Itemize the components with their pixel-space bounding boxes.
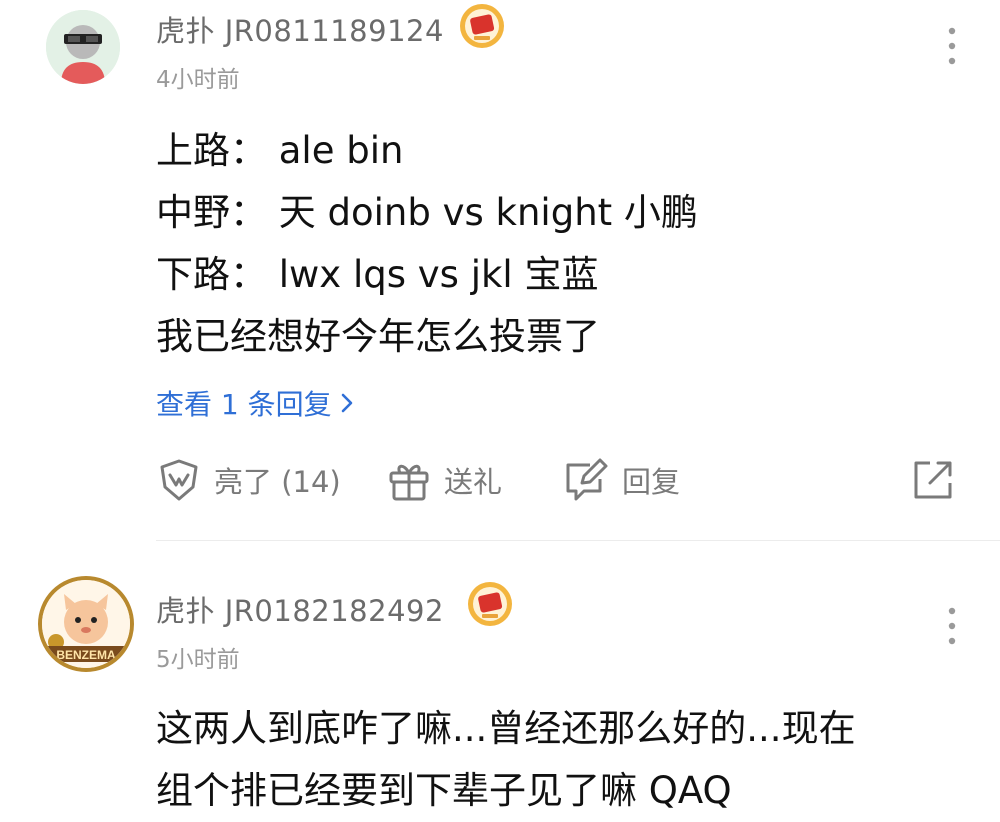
level-badge-icon xyxy=(458,2,506,50)
comment-text-line: 组个排已经要到下辈子见了嘛 QAQ xyxy=(156,769,732,812)
view-replies-label: 查看 1 条回复 xyxy=(156,388,332,421)
comment-text-line: 这两人到底咋了嘛...曾经还那么好的...现在 xyxy=(156,707,856,750)
comment-text-line: 下路： lwx lqs vs jkl 宝蓝 xyxy=(156,253,599,296)
level-badge-icon xyxy=(466,580,514,628)
gift-icon xyxy=(389,464,429,501)
comment-text-line: 上路： ale bin xyxy=(156,129,404,172)
username[interactable]: 虎扑 JR0182182492 xyxy=(156,588,444,630)
more-vertical-icon[interactable] xyxy=(940,24,964,68)
avatar-text: BENZEMA xyxy=(56,648,116,662)
view-replies-link[interactable]: 查看 1 条回复 xyxy=(156,383,356,423)
comment-item: 虎扑 JR0811189124 4小时前 上路： ale bin 中野： 天 d… xyxy=(0,0,1000,541)
avatar[interactable]: BENZEMA xyxy=(38,576,134,672)
share-icon xyxy=(914,461,952,499)
comment-item: BENZEMA 虎扑 JR0182182492 5小时前 这两人到底咋了嘛...… xyxy=(0,548,1000,822)
comment-time: 5小时前 xyxy=(156,647,240,673)
reply-label: 回复 xyxy=(622,465,681,499)
avatar[interactable] xyxy=(46,10,120,84)
gift-button[interactable]: 送礼 xyxy=(386,452,502,508)
more-vertical-icon[interactable] xyxy=(940,604,964,648)
like-label: 亮了 (14) xyxy=(214,465,341,499)
username[interactable]: 虎扑 JR0811189124 xyxy=(156,8,444,50)
comment-text-line: 我已经想好今年怎么投票了 xyxy=(156,315,600,358)
like-shield-icon xyxy=(160,459,198,501)
share-button[interactable] xyxy=(910,452,956,508)
chevron-right-icon xyxy=(341,393,352,413)
comment-time: 4小时前 xyxy=(156,67,240,93)
reply-edit-icon xyxy=(566,458,608,501)
divider xyxy=(156,540,1000,541)
comment-text-line: 中野： 天 doinb vs knight 小鹏 xyxy=(156,191,698,234)
reply-button[interactable]: 回复 xyxy=(562,452,680,508)
like-button[interactable]: 亮了 (14) xyxy=(156,452,341,508)
comment-actions: 亮了 (14) 送礼 回复 xyxy=(0,452,1000,508)
gift-label: 送礼 xyxy=(444,465,503,499)
